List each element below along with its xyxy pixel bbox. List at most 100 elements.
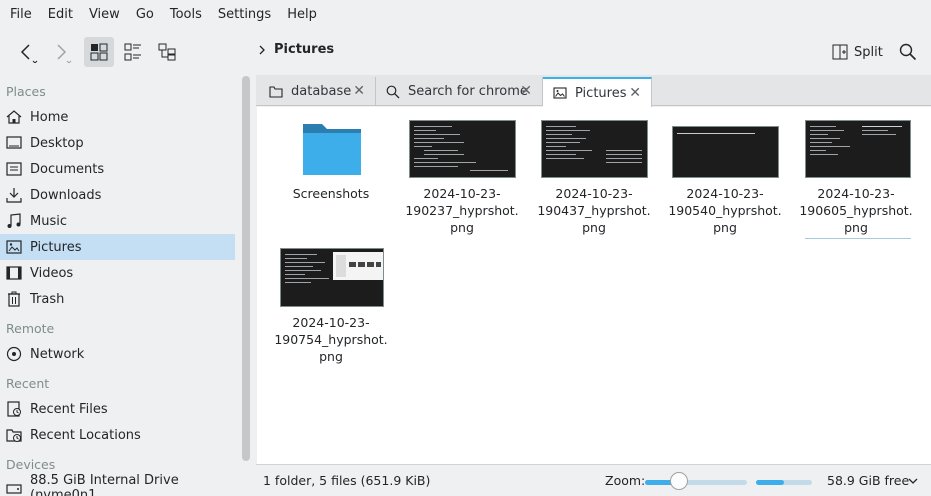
menu-view[interactable]: View [81,0,128,29]
section-places: Places [6,84,46,99]
zoom-slider[interactable] [645,480,747,485]
free-space-fill [756,480,784,485]
chevron-right-icon [57,44,72,63]
tab-label: database [291,84,352,99]
videos-icon [6,266,22,280]
icons-view-icon [90,43,108,61]
file-name-line: png [582,220,606,235]
documents-icon [6,162,22,176]
pictures-icon [6,240,22,254]
network-icon [6,346,22,362]
music-icon [7,213,21,228]
image-thumbnail [672,126,779,178]
hover-underline [805,238,911,239]
file-name-line: 190237_hyprshot. [405,203,519,218]
sidebar-item-label: Recent Locations [30,427,141,443]
sidebar-item-network[interactable]: Network [0,341,235,367]
close-icon[interactable]: ✕ [520,84,532,98]
close-icon[interactable]: ✕ [353,84,365,98]
folder-item-screenshots[interactable]: Screenshots [269,111,393,221]
file-name-line: 190605_hyprshot. [799,203,913,218]
sidebar-item-label: Desktop [30,135,84,151]
tab-pictures[interactable]: Pictures ✕ [543,77,652,107]
image-item[interactable]: 2024-10-23- 190605_hyprshot. png [794,111,918,239]
image-thumbnail [409,120,516,178]
sidebar-item-label: Network [30,346,85,362]
sidebar-item-trash[interactable]: Trash [0,286,235,312]
tab-search-chrome[interactable]: Search for chrome ✕ [376,77,543,106]
file-name-line: 190754_hyprshot. [274,332,388,347]
sidebar-item-label: 88.5 GiB Internal Drive (nvme0n1... [30,473,179,496]
split-view-icon [832,44,848,60]
tree-view-button[interactable] [152,37,182,67]
back-button[interactable] [12,38,42,66]
sidebar-item-pictures[interactable]: Pictures [0,234,235,260]
file-name-line: 2024-10-23- [817,186,895,201]
details-view-button[interactable] [118,37,148,67]
section-remote: Remote [6,321,55,336]
chevron-down-icon[interactable] [908,478,918,485]
sidebar-item-label: Recent Files [30,401,108,417]
tab-database[interactable]: database ✕ [259,77,376,106]
desktop-icon [6,136,22,149]
tab-label: Pictures [575,85,627,101]
folder-icon [269,85,283,98]
image-item[interactable]: 2024-10-23- 190437_hyprshot. png [532,111,656,236]
file-name: Screenshots [292,186,370,201]
file-name-line: 190437_hyprshot. [537,203,651,218]
folder-icon [303,124,361,175]
recent-locations-icon [6,429,22,442]
breadcrumb-pictures[interactable]: Pictures [274,42,334,57]
sidebar-item-label: Pictures [30,239,82,255]
search-button[interactable] [895,38,921,66]
sidebar-item-home[interactable]: Home [0,104,235,130]
sidebar-item-downloads[interactable]: Downloads [0,182,235,208]
free-space-bar [756,480,812,485]
sidebar-item-videos[interactable]: Videos [0,260,235,286]
sidebar-item-documents[interactable]: Documents [0,156,235,182]
recent-files-icon [7,401,21,417]
split-label: Split [854,44,883,60]
forward-button[interactable] [46,38,76,66]
image-item[interactable]: 2024-10-23- 190237_hyprshot. png [400,111,524,236]
tree-view-icon [158,43,176,61]
search-icon [899,43,917,61]
split-button[interactable]: Split [828,39,887,65]
menu-edit[interactable]: Edit [40,0,81,29]
file-name-line: png [319,349,343,364]
menu-tools[interactable]: Tools [162,0,210,29]
trash-icon [8,291,20,307]
icons-view-button[interactable] [84,37,114,67]
menu-bar: File Edit View Go Tools Settings Help [0,0,931,29]
zoom-label: Zoom: [605,473,646,488]
file-view[interactable]: Screenshots 2024-10-23- 190237_hyprshot.… [257,107,931,464]
image-item[interactable]: 2024-10-23- 190540_hyprshot. png [663,111,787,236]
home-icon [6,110,22,124]
places-panel: Places Home Desktop Documents Downloads [0,75,237,496]
zoom-slider-handle[interactable] [669,472,688,490]
image-thumbnail [280,248,384,307]
free-space-label[interactable]: 58.9 GiB free [827,473,909,488]
sidebar-scrollbar[interactable] [242,76,250,461]
sidebar-item-label: Videos [30,265,74,281]
image-item[interactable]: 2024-10-23- 190754_hyprshot. png [269,240,393,365]
menu-settings[interactable]: Settings [210,0,279,29]
downloads-icon [6,188,22,203]
menu-go[interactable]: Go [128,0,162,29]
menu-file[interactable]: File [2,0,40,29]
details-view-icon [124,43,141,61]
sidebar-item-recent-files[interactable]: Recent Files [0,396,235,422]
tab-bar: database ✕ Search for chrome ✕ Pictures … [256,75,931,107]
breadcrumb[interactable]: Pictures [258,42,334,57]
file-name-line: 2024-10-23- [686,186,764,201]
file-name-line: 2024-10-23- [555,186,633,201]
close-icon[interactable]: ✕ [629,86,641,100]
file-name-line: 190540_hyprshot. [668,203,782,218]
sidebar-item-music[interactable]: Music [0,208,235,234]
menu-help[interactable]: Help [279,0,325,29]
sidebar-item-recent-locations[interactable]: Recent Locations [0,422,235,448]
sidebar-item-desktop[interactable]: Desktop [0,130,235,156]
sidebar-item-label: Music [30,213,67,229]
sidebar-item-internal-drive[interactable]: 88.5 GiB Internal Drive (nvme0n1... [0,473,235,496]
search-icon [386,85,400,98]
